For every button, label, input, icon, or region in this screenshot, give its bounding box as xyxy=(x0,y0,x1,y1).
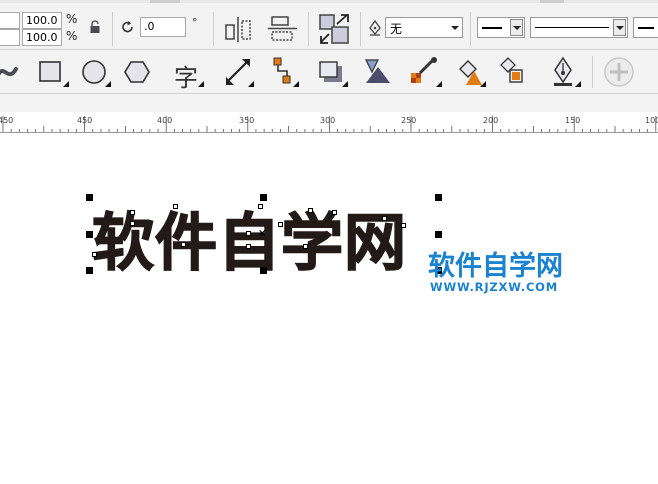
rectangle-tool[interactable] xyxy=(35,55,71,89)
ruler-label: 450 xyxy=(0,116,14,125)
character-node[interactable] xyxy=(303,244,308,249)
separator xyxy=(360,12,361,46)
scale-height-input[interactable]: 100.0 xyxy=(22,29,62,46)
flyout-indicator xyxy=(575,81,581,87)
top-strip xyxy=(0,0,658,3)
ruler-label: 350 xyxy=(239,116,255,125)
selection-handle-bottom-left[interactable] xyxy=(86,267,93,274)
character-node[interactable] xyxy=(173,204,178,209)
rotation-center-marker[interactable]: × xyxy=(258,228,266,239)
color-eyedropper-tool[interactable] xyxy=(408,55,444,89)
pen-nib-icon xyxy=(369,20,381,36)
scale-width-percent: % xyxy=(66,12,78,26)
text-tool[interactable]: 字 xyxy=(170,55,206,92)
smart-fill-tool[interactable] xyxy=(495,55,531,89)
ruler-label: 100 xyxy=(645,116,658,125)
character-node[interactable] xyxy=(130,221,135,226)
ruler-label: 450 xyxy=(77,116,93,125)
watermark-url: WWW.RJZXW.COM xyxy=(430,280,558,294)
character-node[interactable] xyxy=(382,216,387,221)
separator xyxy=(112,12,113,46)
flyout-indicator xyxy=(342,81,348,87)
flyout-indicator xyxy=(63,81,69,87)
character-node[interactable] xyxy=(332,210,337,215)
interactive-fill-tool[interactable] xyxy=(452,55,488,89)
rotate-icon xyxy=(122,21,133,33)
ruler-label: 250 xyxy=(401,116,417,125)
outline-width-select[interactable]: 无 xyxy=(385,17,463,38)
selection-handle-top[interactable] xyxy=(260,194,267,201)
ruler-label: 200 xyxy=(483,116,499,125)
degree-label: ° xyxy=(192,16,198,29)
text-tool-glyph: 字 xyxy=(174,64,198,92)
end-arrowhead-select[interactable] xyxy=(633,17,658,38)
flyout-indicator xyxy=(248,81,254,87)
flyout-indicator xyxy=(436,81,442,87)
hexagon-icon xyxy=(124,61,150,83)
mirror-horizontal-icon[interactable] xyxy=(223,15,255,43)
character-node[interactable] xyxy=(308,208,313,213)
selected-artistic-text[interactable]: 软件自学网 xyxy=(91,192,407,282)
character-node[interactable] xyxy=(258,204,263,209)
add-tool-button[interactable] xyxy=(601,55,637,89)
line-style-select[interactable] xyxy=(530,17,628,38)
flyout-indicator xyxy=(105,81,111,87)
character-node[interactable] xyxy=(181,242,186,247)
position-x-input[interactable] xyxy=(0,12,20,29)
dimension-tool[interactable] xyxy=(220,55,256,89)
horizontal-ruler[interactable]: 450 450 400 350 300 250 200 150 100 xyxy=(0,94,658,134)
drop-shadow-tool[interactable] xyxy=(314,55,350,89)
ruler-label: 400 xyxy=(157,116,173,125)
character-node[interactable] xyxy=(246,231,251,236)
watermark-title: 软件自学网 xyxy=(428,251,563,282)
character-node[interactable] xyxy=(92,252,97,257)
ruler-label: 150 xyxy=(565,116,581,125)
ruler-label: 300 xyxy=(320,116,336,125)
transparency-icon xyxy=(365,59,390,83)
ruler-band xyxy=(0,94,658,112)
separator xyxy=(308,12,309,46)
chevron-down-icon xyxy=(451,26,459,30)
separator xyxy=(470,12,471,46)
drawing-canvas[interactable]: 软件自学网 × 软件自学网 WWW.RJZXW.COM xyxy=(0,134,658,484)
selection-handle-bottom[interactable] xyxy=(260,267,267,274)
selection-handle-left[interactable] xyxy=(86,231,93,238)
curve-icon xyxy=(0,67,18,77)
chevron-down-icon xyxy=(613,19,626,36)
start-arrowhead-select[interactable] xyxy=(477,17,525,38)
rotation-angle-input[interactable]: .0 xyxy=(140,17,186,37)
plus-circle-icon xyxy=(604,57,634,87)
character-node[interactable] xyxy=(278,222,283,227)
position-y-input[interactable] xyxy=(0,29,20,46)
property-bar: 100.0 100.0 % % .0 ° 无 xyxy=(0,0,658,50)
character-node[interactable] xyxy=(401,223,406,228)
chevron-down-icon xyxy=(510,19,523,36)
flyout-indicator xyxy=(198,81,204,87)
mirror-vertical-icon[interactable] xyxy=(268,15,298,43)
smart-fill-icon xyxy=(500,57,523,83)
outline-pen-tool[interactable] xyxy=(547,55,583,89)
separator xyxy=(213,12,214,46)
toolbox: 字 xyxy=(0,50,658,94)
ruler-baseline xyxy=(0,132,658,133)
lock-ratio-icon[interactable] xyxy=(88,20,102,34)
ellipse-tool[interactable] xyxy=(77,55,113,89)
selection-handle-top-right[interactable] xyxy=(435,194,442,201)
flyout-indicator xyxy=(480,81,486,87)
outline-width-value: 无 xyxy=(390,22,403,36)
polygon-tool[interactable] xyxy=(120,55,156,89)
convert-to-curves-icon[interactable] xyxy=(317,12,351,46)
scale-height-percent: % xyxy=(66,29,78,43)
freehand-tool[interactable] xyxy=(0,55,30,89)
character-node[interactable] xyxy=(246,244,251,249)
transparency-tool[interactable] xyxy=(360,55,396,89)
character-node[interactable] xyxy=(130,210,135,215)
connector-tool[interactable] xyxy=(265,55,301,89)
selection-handle-top-left[interactable] xyxy=(86,194,93,201)
selection-handle-right[interactable] xyxy=(435,231,442,238)
scale-width-input[interactable]: 100.0 xyxy=(22,12,62,29)
separator xyxy=(592,56,593,88)
flyout-indicator xyxy=(293,81,299,87)
